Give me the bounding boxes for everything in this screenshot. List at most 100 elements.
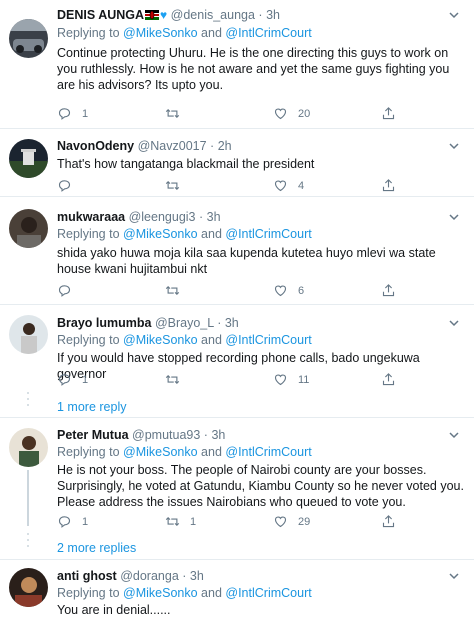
avatar[interactable] — [9, 19, 48, 58]
and-label: and — [201, 227, 222, 241]
chevron-down-icon[interactable] — [448, 570, 460, 582]
mention-link[interactable]: @MikeSonko — [123, 333, 198, 347]
handle[interactable]: @leengugi3 — [129, 210, 196, 224]
mention-link[interactable]: @MikeSonko — [123, 227, 198, 241]
share-button[interactable] — [381, 178, 396, 193]
like-button[interactable]: 29 — [273, 514, 310, 529]
timestamp[interactable]: 3h — [190, 569, 204, 583]
tweet-navonodeny[interactable]: NavonOdeny @Navz0017 · 2h That's how tan… — [0, 129, 474, 196]
mention-link[interactable]: @IntlCrimCourt — [225, 586, 311, 600]
timestamp[interactable]: 3h — [207, 210, 221, 224]
mention-link[interactable]: @IntlCrimCourt — [225, 333, 311, 347]
retweet-count: 1 — [190, 515, 197, 528]
replying-to-label: Replying to — [57, 586, 120, 600]
share-icon — [382, 107, 395, 120]
retweet-button[interactable]: 1 — [165, 514, 196, 529]
tweet-peter-mutua[interactable]: Peter Mutua @pmutua93 · 3h Replying to @… — [0, 418, 474, 559]
display-name[interactable]: Brayo lumumba — [57, 316, 151, 330]
display-name[interactable]: Peter Mutua — [57, 428, 129, 442]
like-button[interactable]: 20 — [273, 106, 310, 121]
reply-icon — [58, 285, 71, 297]
heart-icon — [274, 516, 287, 528]
avatar[interactable] — [9, 209, 48, 248]
avatar[interactable] — [9, 428, 48, 467]
handle[interactable]: @pmutua93 — [132, 428, 200, 442]
share-button[interactable] — [381, 372, 396, 387]
chevron-down-icon[interactable] — [448, 140, 460, 152]
chevron-down-icon[interactable] — [448, 211, 460, 223]
and-label: and — [201, 26, 222, 40]
tweet-actions: 1 11 — [57, 372, 457, 388]
handle[interactable]: @Navz0017 — [138, 139, 207, 153]
reply-button[interactable] — [57, 283, 82, 298]
retweet-icon — [165, 374, 180, 385]
mention-link[interactable]: @IntlCrimCourt — [225, 227, 311, 241]
tweet-text: He is not your boss. The people of Nairo… — [57, 463, 464, 509]
timestamp[interactable]: 3h — [266, 8, 280, 22]
share-button[interactable] — [381, 283, 396, 298]
retweet-button[interactable] — [165, 106, 190, 121]
chevron-down-icon[interactable] — [448, 429, 460, 441]
timestamp[interactable]: 3h — [211, 428, 225, 442]
and-label: and — [201, 586, 222, 600]
retweet-button[interactable] — [165, 178, 190, 193]
reply-icon — [58, 180, 71, 192]
retweet-button[interactable] — [165, 283, 190, 298]
mention-link[interactable]: @IntlCrimCourt — [225, 445, 311, 459]
tweet-mukwaraaa[interactable]: mukwaraaa @leengugi3 · 3h Replying to @M… — [0, 197, 474, 304]
share-icon — [382, 373, 395, 386]
tweet-brayo-lumumba[interactable]: Brayo lumumba @Brayo_L · 3h Replying to … — [0, 305, 474, 417]
reply-button[interactable]: 1 — [57, 372, 88, 387]
replying-to-label: Replying to — [57, 333, 120, 347]
reply-icon — [58, 374, 71, 386]
like-button[interactable]: 11 — [273, 372, 309, 387]
share-icon — [382, 284, 395, 297]
display-name[interactable]: DENIS AUNGA — [57, 8, 144, 22]
handle[interactable]: @doranga — [120, 569, 179, 583]
reply-button[interactable]: 1 — [57, 514, 88, 529]
retweet-icon — [165, 108, 180, 119]
like-count: 4 — [298, 179, 305, 192]
avatar[interactable] — [9, 568, 48, 607]
avatar[interactable] — [9, 139, 48, 178]
reply-count: 1 — [82, 373, 89, 386]
display-name[interactable]: NavonOdeny — [57, 139, 134, 153]
heart-icon — [274, 108, 287, 120]
reply-button[interactable] — [57, 178, 82, 193]
avatar[interactable] — [9, 315, 48, 354]
mention-link[interactable]: @MikeSonko — [123, 445, 198, 459]
tweet-anti-ghost[interactable]: anti ghost @doranga · 3h Replying to @Mi… — [0, 560, 474, 617]
handle[interactable]: @denis_aunga — [171, 8, 255, 22]
like-button[interactable]: 4 — [273, 178, 304, 193]
tweet-denis-aunga[interactable]: DENIS AUNGA ♥ @denis_aunga · 3h Replying … — [0, 0, 474, 128]
like-button[interactable]: 6 — [273, 283, 304, 298]
show-more-replies-link[interactable]: 2 more replies — [57, 541, 136, 555]
reply-icon — [58, 516, 71, 528]
thread-line — [27, 470, 29, 526]
like-count: 11 — [298, 373, 310, 386]
share-button[interactable] — [381, 514, 396, 529]
reply-button[interactable]: 1 — [57, 106, 88, 121]
mention-link[interactable]: @IntlCrimCourt — [225, 26, 311, 40]
mention-link[interactable]: @MikeSonko — [123, 26, 198, 40]
like-count: 29 — [298, 515, 311, 528]
mention-link[interactable]: @MikeSonko — [123, 586, 198, 600]
share-button[interactable] — [381, 106, 396, 121]
thread-dots — [27, 392, 30, 410]
thread-dots — [27, 533, 30, 551]
handle[interactable]: @Brayo_L — [155, 316, 214, 330]
like-count: 20 — [298, 107, 311, 120]
display-name[interactable]: mukwaraaa — [57, 210, 125, 224]
tweet-actions: 6 — [57, 283, 457, 299]
timestamp[interactable]: 2h — [218, 139, 232, 153]
retweet-button[interactable] — [165, 372, 190, 387]
display-name[interactable]: anti ghost — [57, 569, 117, 583]
retweet-icon — [165, 285, 180, 296]
and-label: and — [201, 333, 222, 347]
timestamp[interactable]: 3h — [225, 316, 239, 330]
show-more-replies-link[interactable]: 1 more reply — [57, 400, 126, 414]
chevron-down-icon[interactable] — [448, 9, 460, 21]
heart-icon — [274, 374, 287, 386]
tweet-text: shida yako huwa moja kila saa kupenda ku… — [57, 246, 436, 276]
chevron-down-icon[interactable] — [448, 317, 460, 329]
